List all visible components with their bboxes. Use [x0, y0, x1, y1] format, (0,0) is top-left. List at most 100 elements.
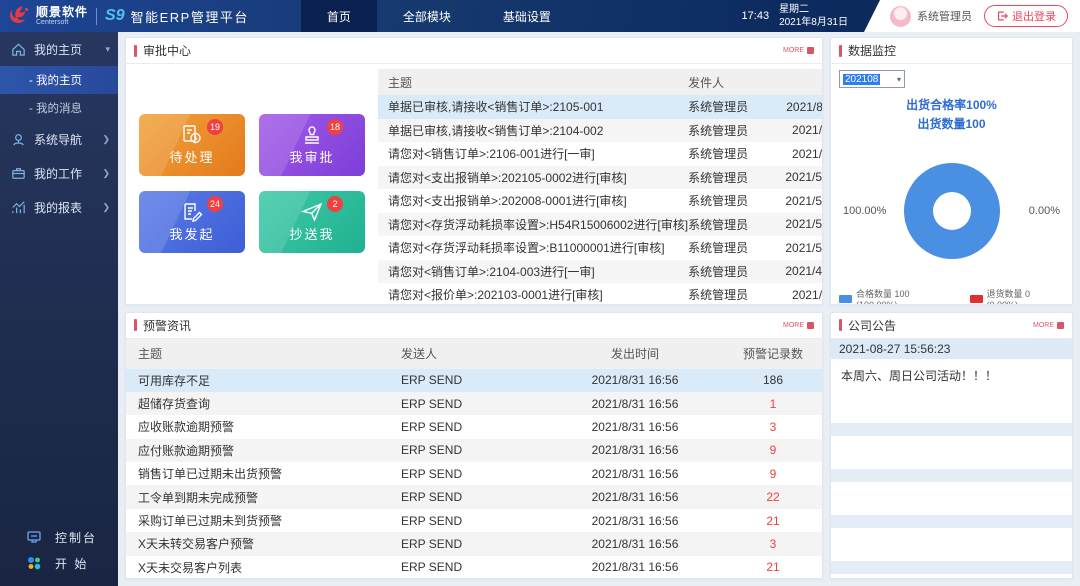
alert-count: 3	[769, 419, 777, 434]
alert-row[interactable]: 采购订单已过期未到货预警 ERP SEND 2021/8/31 16:56 21	[126, 509, 822, 532]
tile-my-approvals-label: 我审批	[289, 150, 335, 166]
chevron-down-icon: ▾	[896, 74, 901, 84]
sidebar-menu: 我的主页 ▾ - 我的主页 - 我的消息 系统导航 ❯ 我的工作 ❯ 我的报表 ❯	[0, 32, 118, 224]
tile-cc-to-me[interactable]: 抄送我 2	[259, 191, 365, 254]
alert-sender: ERP SEND	[401, 373, 463, 388]
sidebar-item-system-nav-label: 系统导航	[34, 132, 83, 147]
start-button[interactable]: 开 始	[0, 550, 118, 576]
work-icon	[10, 165, 27, 182]
alert-count: 9	[769, 443, 777, 458]
alert-subject: 工令单到期未完成预警	[138, 490, 259, 505]
alert-row[interactable]: 应收账款逾期预警 ERP SEND 2021/8/31 16:56 3	[126, 415, 822, 438]
sidebar-item-my-home[interactable]: 我的主页 ▾	[0, 32, 118, 66]
sidebar-item-my-home-label: 我的主页	[34, 42, 83, 57]
tile-initiated-by-me[interactable]: 我发起 24	[139, 191, 245, 254]
topnav-basic-settings[interactable]: 基础设置	[477, 0, 577, 32]
home-icon	[10, 41, 27, 58]
alert-sender: ERP SEND	[401, 560, 463, 575]
alert-time: 2021/8/31 16:56	[591, 513, 679, 528]
legend-label: 退货数量 0 (0.00%)	[986, 289, 1031, 303]
sidebar-sub-my-messages[interactable]: - 我的消息	[0, 94, 118, 122]
approval-center-title: 审批中心	[143, 44, 192, 58]
alert-subject: 应收账款逾期预警	[138, 420, 235, 435]
alert-time: 2021/8/31 16:56	[591, 490, 679, 505]
approval-table-row[interactable]: 请您对<销售订单>:2104-003进行[一审] 系统管理员 2021/4/23 1…	[378, 259, 822, 283]
panel-accent-bar	[839, 319, 842, 331]
tile-cc-to-me-count-badge: 2	[327, 196, 343, 213]
approval-table-row[interactable]: 单据已审核,请接收<销售订单>:2105-001 系统管理员 2021/8/14 1…	[378, 95, 822, 119]
centersoft-logo-icon	[9, 6, 29, 23]
panel-accent-bar	[839, 44, 842, 57]
logo-divider	[96, 7, 98, 25]
approval-table-row[interactable]: 请您对<支出报销单>:202008-0001进行[审核] 系统管理员 2021/5/…	[378, 189, 822, 213]
data-monitor-title: 数据监控	[848, 44, 897, 58]
legend-label: 合格数量 100 (100.00%)	[856, 289, 910, 303]
approval-time: 2021/5/22 16:39	[785, 193, 822, 208]
avatar[interactable]	[890, 5, 911, 27]
alerts-more-button[interactable]: MORE	[783, 321, 814, 329]
alert-count: 9	[769, 466, 777, 481]
approval-table-row[interactable]: 请您对<支出报销单>:202105-0002进行[审核] 系统管理员 2021/5/…	[378, 165, 822, 189]
announcement-empty-slot	[831, 468, 1072, 482]
approval-sender: 系统管理员	[688, 288, 749, 303]
more-icon	[1057, 321, 1064, 329]
logout-button[interactable]: 退出登录	[984, 5, 1068, 27]
alert-row[interactable]: 超储存货查询 ERP SEND 2021/8/31 16:56 1	[126, 391, 822, 416]
alert-time: 2021/8/31 16:56	[591, 536, 679, 551]
topnav-all-modules[interactable]: 全部模块	[377, 0, 477, 32]
announcement-timestamp[interactable]: 2021-08-27 15:56:23	[831, 338, 1072, 359]
doc-clock-icon	[180, 124, 204, 146]
shipment-qty-text: 出货数量100	[917, 116, 986, 131]
logo-company-name-en: Centersoft	[36, 18, 69, 26]
approval-sender: 系统管理员	[688, 217, 749, 232]
start-icon	[26, 555, 42, 571]
alert-row[interactable]: 可用库存不足 ERP SEND 2021/8/31 16:56 186	[126, 368, 822, 392]
weekday-label: 星期二	[779, 4, 810, 15]
approval-more-button[interactable]: MORE	[783, 47, 814, 54]
approval-table-row[interactable]: 单据已审核,请接收<销售订单>:2104-002 系统管理员 2021/8/5 16…	[378, 118, 822, 142]
alerts-col-sender: 发送人	[401, 347, 438, 361]
topnav-home[interactable]: 首页	[300, 0, 377, 32]
sidebar-item-my-work[interactable]: 我的工作 ❯	[0, 156, 118, 190]
logout-icon	[997, 11, 1008, 21]
alert-row[interactable]: 销售订单已过期未出货预警 ERP SEND 2021/8/31 16:56 9	[126, 462, 822, 485]
tile-pending[interactable]: 待处理 19	[139, 114, 245, 177]
console-button[interactable]: 控制台	[0, 524, 118, 550]
alerts-col-count: 预警记录数	[742, 347, 803, 361]
product-name: 智能ERP管理平台	[130, 9, 249, 25]
sidebar-item-my-reports[interactable]: 我的报表 ❯	[0, 190, 118, 224]
alerts-col-time: 发出时间	[610, 347, 659, 361]
alert-row[interactable]: X天未转交易客户预警 ERP SEND 2021/8/31 16:56 3	[126, 532, 822, 556]
alert-row[interactable]: X天未交易客户列表 ERP SEND 2021/8/31 16:56 21	[126, 556, 822, 578]
approval-table-row[interactable]: 请您对<存货浮动耗损率设置>:H54R15006002进行[审核] 系统管理员 20…	[378, 212, 822, 236]
approval-sender: 系统管理员	[688, 147, 749, 162]
approval-subject: 单据已审核,请接收<销售订单>:2104-002	[388, 123, 604, 138]
alert-row[interactable]: 工令单到期未完成预警 ERP SEND 2021/8/31 16:56 22	[126, 485, 822, 509]
sidebar: 我的主页 ▾ - 我的主页 - 我的消息 系统导航 ❯ 我的工作 ❯ 我的报表 ❯ 控制台开 始	[0, 32, 118, 586]
sidebar-item-system-nav[interactable]: 系统导航 ❯	[0, 122, 118, 156]
pass-rate-text: 出货合格率100%	[906, 98, 997, 112]
tile-initiated-by-me-label: 我发起	[169, 227, 215, 243]
start-button-label: 开 始	[55, 556, 89, 571]
approval-table-row[interactable]: 请您对<报价单>:202103-0001进行[审核] 系统管理员 2021/3/3 …	[378, 283, 822, 304]
alert-time: 2021/8/31 16:56	[591, 560, 679, 575]
announcements-more-button[interactable]: MORE	[1033, 321, 1064, 329]
alert-row[interactable]: 应付账款逾期预警 ERP SEND 2021/8/31 16:56 9	[126, 438, 822, 463]
approval-time: 2021/3/3 12:00	[792, 287, 822, 302]
chart-legend: 合格数量 100 (100.00%) 退货数量 0 (0.00%)	[839, 287, 1064, 304]
legend-item: 合格数量 100 (100.00%)	[839, 287, 954, 304]
paper-plane-icon	[300, 201, 324, 223]
alert-time: 2021/8/31 16:56	[591, 419, 679, 434]
donut-right-label: 0.00%	[1028, 205, 1060, 218]
alerts-col-subject: 主题	[138, 347, 163, 361]
approval-table-row[interactable]: 请您对<存货浮动耗损率设置>:B11000001进行[审核] 系统管理员 2021/…	[378, 236, 822, 260]
approval-time: 2021/5/21 16:13	[785, 240, 822, 255]
period-select[interactable]: 202108 ▾	[839, 70, 905, 88]
alert-subject: X天未交易客户列表	[138, 560, 243, 575]
tile-my-approvals[interactable]: 我审批 18	[259, 114, 365, 177]
legend-swatch	[969, 294, 983, 303]
sidebar-sub-my-home[interactable]: - 我的主页	[0, 66, 118, 94]
legend-swatch	[839, 294, 852, 303]
approval-table-row[interactable]: 请您对<销售订单>:2106-001进行[一审] 系统管理员 2021/6/5 14…	[378, 142, 822, 166]
main-content: 审批中心 MORE 待处理19我审批18我发起24抄送我2 主题发件人发出时间 …	[118, 32, 1080, 586]
